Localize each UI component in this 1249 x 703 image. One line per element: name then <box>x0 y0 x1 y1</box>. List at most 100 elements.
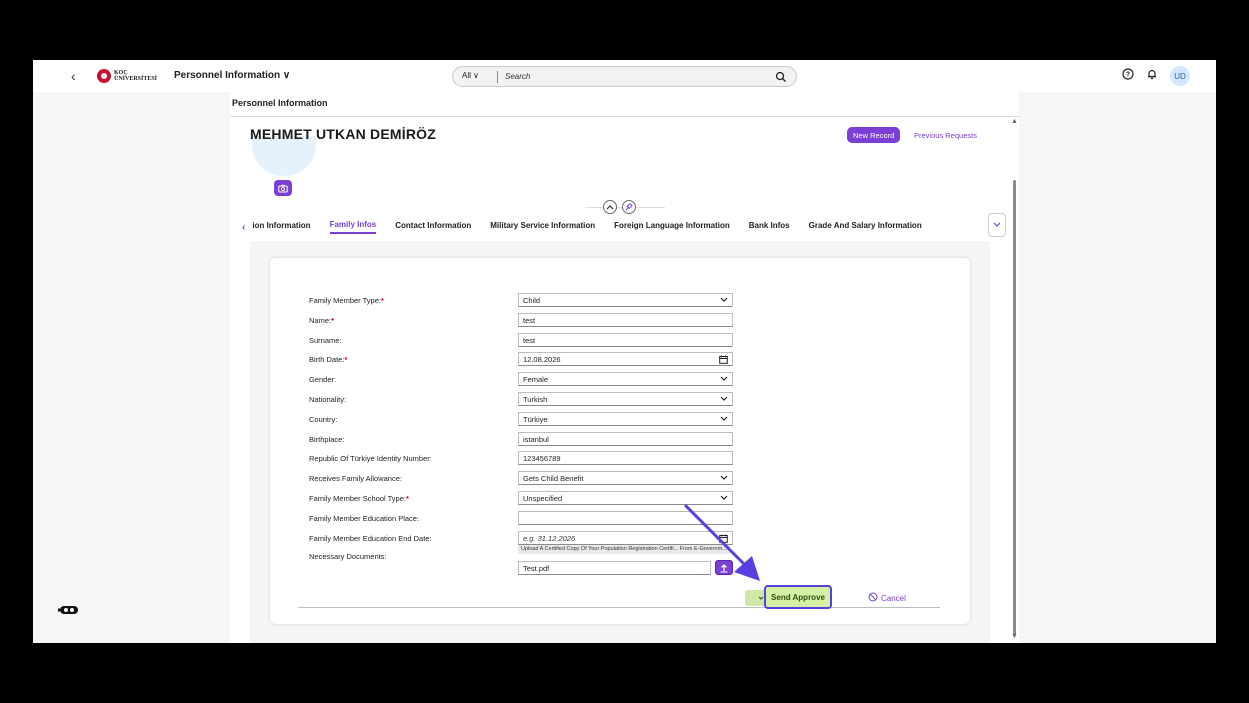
tab-foreign-language-information[interactable]: Foreign Language Information <box>614 221 730 233</box>
form-label: Family Member School Type:* <box>309 494 409 503</box>
form-label-text: Republic Of Türkiye Identity Number: <box>309 454 432 463</box>
form-text-field[interactable]: test <box>518 313 733 327</box>
tab-contact-information[interactable]: Contact Information <box>395 221 471 233</box>
tab-family-infos[interactable]: Family Infos <box>329 220 377 234</box>
form-select[interactable]: Gets Child Benefit <box>518 471 733 485</box>
scroll-up-icon[interactable]: ▲ <box>1011 118 1018 125</box>
shell-actions: ? UD <box>1122 66 1190 86</box>
tab-bank-infos[interactable]: Bank Infos <box>749 221 790 233</box>
form-field-value: Gets Child Benefit <box>523 474 584 483</box>
form-label: Birth Date:* <box>309 355 347 364</box>
required-marker: * <box>331 316 335 325</box>
required-marker: * <box>405 494 409 503</box>
form-label: Nationality: <box>309 395 346 404</box>
form-label-text: Birthplace: <box>309 435 345 444</box>
form-label-text: Family Member Education End Date: <box>309 534 432 543</box>
form-field-value: 12.08.2026 <box>523 355 561 364</box>
tab-education-information[interactable]: ion Information <box>252 221 310 233</box>
send-approve-button[interactable]: Send Approve <box>764 585 832 609</box>
form-label-text: Gender: <box>309 375 337 384</box>
logo-text-line2: ÜNİVERSİTESİ <box>114 76 158 82</box>
uploaded-file-field[interactable]: Test.pdf <box>518 561 711 575</box>
calendar-icon[interactable] <box>719 355 728 366</box>
form-label-text: Nationality: <box>309 395 347 404</box>
form-date-field[interactable]: e.g. 31.12.2026 <box>518 531 733 545</box>
form-field-value: Female <box>523 375 549 384</box>
form-label: Surname: <box>309 336 342 345</box>
search-input[interactable]: Search <box>505 72 530 81</box>
form-label-text: Birth Date: <box>309 355 345 364</box>
form-field-value: Unspecified <box>523 494 563 503</box>
calendar-icon[interactable] <box>719 534 728 545</box>
necessary-documents-label: Necessary Documents: <box>309 552 387 561</box>
notification-bell-icon[interactable] <box>1146 67 1158 85</box>
form-field-value: istanbul <box>523 435 549 444</box>
chevron-down-icon[interactable] <box>720 296 728 305</box>
form-label-text: Family Member Education Place: <box>309 514 420 523</box>
form-field-value: e.g. 31.12.2026 <box>523 534 576 543</box>
new-record-button[interactable]: New Record <box>847 127 901 143</box>
tabs-scroll-left-icon[interactable]: ‹ <box>242 222 245 233</box>
form-label: Family Member Type:* <box>309 296 384 305</box>
form-select[interactable]: Female <box>518 372 733 386</box>
back-icon[interactable]: ‹ <box>71 68 76 84</box>
chevron-down-icon[interactable] <box>720 375 728 384</box>
form-text-field[interactable]: test <box>518 333 733 347</box>
app-title-menu[interactable]: Personnel Information ∨ <box>174 70 290 81</box>
chevron-down-icon[interactable] <box>720 395 728 404</box>
scroll-down-icon[interactable]: ▼ <box>1011 633 1018 640</box>
form-date-field[interactable]: 12.08.2026 <box>518 352 733 366</box>
upload-hint-text: Upload A Certified Copy Of Your Populati… <box>518 545 730 554</box>
tab-military-service-information[interactable]: Military Service Information <box>490 221 595 233</box>
upload-icon[interactable] <box>715 560 733 575</box>
logo-mark-icon <box>97 69 111 83</box>
page-title: Personnel Information <box>232 98 328 108</box>
form-text-field[interactable]: istanbul <box>518 432 733 446</box>
form-label: Gender: <box>309 375 336 384</box>
form-select[interactable]: Unspecified <box>518 491 733 505</box>
search-bar: All ∨ Search <box>452 66 797 87</box>
form-label-text: Surname: <box>309 336 342 345</box>
title-divider <box>230 116 1019 117</box>
search-scope-select[interactable]: All ∨ <box>462 71 479 80</box>
tabs-overflow-icon[interactable] <box>988 213 1006 237</box>
assistant-widget-icon[interactable] <box>58 602 80 614</box>
cancel-icon <box>868 592 878 604</box>
shell-bar: ‹ KOÇ ÜNİVERSİTESİ Personnel Information… <box>33 60 1216 92</box>
chevron-down-icon[interactable] <box>720 415 728 424</box>
search-icon[interactable] <box>775 70 787 88</box>
form-label: Receives Family Allowance: <box>309 474 402 483</box>
previous-requests-link[interactable]: Previous Requests <box>914 131 977 140</box>
form-label-text: Family Member Type: <box>309 296 381 305</box>
form-select[interactable]: Türkiye <box>518 412 733 426</box>
cancel-button[interactable]: Cancel <box>868 592 906 604</box>
help-icon[interactable]: ? <box>1122 67 1134 85</box>
chevron-down-icon[interactable] <box>720 494 728 503</box>
pin-header-icon[interactable] <box>622 200 636 214</box>
cancel-label: Cancel <box>881 593 906 603</box>
form-label: Country: <box>309 415 337 424</box>
form-text-field[interactable] <box>518 511 733 525</box>
app-screen: ‹ KOÇ ÜNİVERSİTESİ Personnel Information… <box>33 60 1216 643</box>
profile-photo <box>252 136 316 176</box>
form-select[interactable]: Turkish <box>518 392 733 406</box>
form-text-field[interactable]: 123456789 <box>518 451 733 465</box>
vertical-scrollbar[interactable] <box>1013 180 1016 635</box>
form-label-text: Country: <box>309 415 338 424</box>
tab-grade-and-salary-information[interactable]: Grade And Salary Information <box>809 221 922 233</box>
chevron-down-icon[interactable] <box>720 474 728 483</box>
camera-icon[interactable] <box>274 180 292 196</box>
required-marker: * <box>380 296 384 305</box>
form-select[interactable]: Child <box>518 293 733 307</box>
form-footer-divider <box>298 607 940 608</box>
required-marker: * <box>344 355 348 364</box>
collapse-header-icon[interactable] <box>603 200 617 214</box>
send-dropdown-toggle[interactable] <box>745 590 765 606</box>
form-label: Birthplace: <box>309 435 344 444</box>
form-label: Name:* <box>309 316 334 325</box>
university-logo[interactable]: KOÇ ÜNİVERSİTESİ <box>97 69 157 83</box>
user-avatar[interactable]: UD <box>1170 66 1190 86</box>
form-label-text: Receives Family Allowance: <box>309 474 402 483</box>
svg-text:?: ? <box>1126 72 1130 79</box>
section-tabs: ‹ ion Information Family Infos Contact I… <box>242 216 941 238</box>
